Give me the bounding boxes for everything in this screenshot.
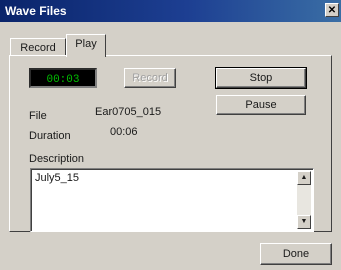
duration-value: 00:06 xyxy=(110,126,138,138)
scroll-down-icon: ▼ xyxy=(300,218,308,225)
tab-play-label: Play xyxy=(75,38,97,50)
stop-button[interactable]: Stop xyxy=(215,67,307,89)
description-field[interactable]: July5_15 ▲ ▼ xyxy=(30,168,314,232)
description-scrollbar[interactable]: ▲ ▼ xyxy=(297,171,311,229)
scroll-up-button[interactable]: ▲ xyxy=(297,171,311,185)
tab-record-label: Record xyxy=(20,42,56,54)
file-label: File xyxy=(29,110,47,122)
tab-play[interactable]: Play xyxy=(66,34,106,57)
close-button[interactable]: ✕ xyxy=(325,3,339,17)
tab-record[interactable]: Record xyxy=(10,38,66,56)
window-title: Wave Files xyxy=(5,4,67,18)
wave-files-window: Wave Files ✕ Record Play 00:03 Record St… xyxy=(0,0,341,270)
title-bar[interactable]: Wave Files ✕ xyxy=(0,0,341,22)
file-value: Ear0705_015 xyxy=(95,106,162,118)
timer-display: 00:03 xyxy=(29,68,97,88)
close-icon: ✕ xyxy=(327,5,337,16)
duration-label: Duration xyxy=(29,130,71,142)
description-label: Description xyxy=(29,153,85,165)
scroll-up-icon: ▲ xyxy=(300,174,308,181)
record-button[interactable]: Record xyxy=(124,68,176,88)
description-text: July5_15 xyxy=(35,172,80,184)
pause-button[interactable]: Pause xyxy=(216,95,306,115)
done-button[interactable]: Done xyxy=(260,243,332,265)
scroll-down-button[interactable]: ▼ xyxy=(297,215,311,229)
